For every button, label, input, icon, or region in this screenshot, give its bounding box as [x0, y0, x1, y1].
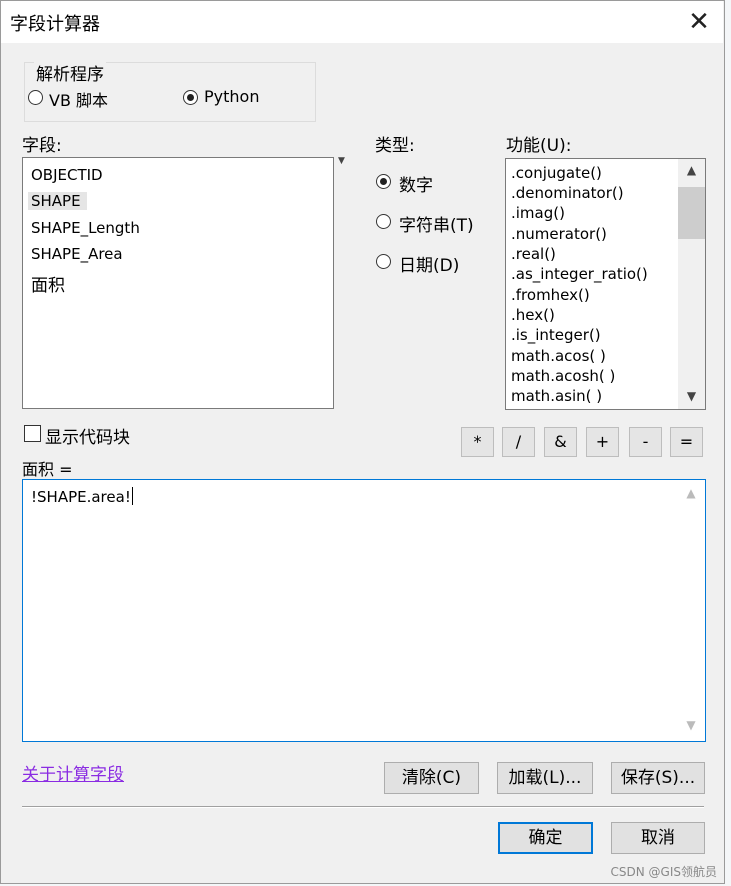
text-caret — [131, 487, 133, 505]
vbscript-radio[interactable] — [28, 90, 43, 105]
function-item[interactable]: .denominator() — [511, 184, 624, 202]
ok-button[interactable]: 确定 — [498, 822, 593, 854]
function-item[interactable]: .as_integer_ratio() — [511, 265, 648, 283]
functions-scrollbar[interactable]: ▲ ▼ — [678, 159, 705, 409]
python-label[interactable]: Python — [204, 87, 259, 106]
scroll-up-icon[interactable]: ▲ — [678, 163, 705, 177]
function-item[interactable]: math.asin( ) — [511, 387, 602, 405]
expression-scroll-down-icon[interactable]: ▼ — [681, 718, 701, 732]
divide-button[interactable]: / — [502, 427, 535, 457]
function-item[interactable]: .hex() — [511, 306, 555, 324]
close-button[interactable]: ✕ — [680, 6, 718, 38]
separator — [22, 806, 704, 808]
expression-scroll-up-icon[interactable]: ▲ — [681, 486, 701, 500]
function-item[interactable]: .fromhex() — [511, 286, 590, 304]
functions-label: 功能(U): — [506, 136, 572, 156]
type-string-label[interactable]: 字符串(T) — [399, 211, 474, 236]
vbscript-label[interactable]: VB 脚本 — [49, 87, 108, 111]
about-calculate-field-link[interactable]: 关于计算字段 — [22, 760, 124, 785]
function-item[interactable]: .imag() — [511, 204, 565, 222]
fields-label: 字段: — [22, 136, 62, 156]
type-date-label[interactable]: 日期(D) — [399, 251, 459, 276]
function-item[interactable]: .numerator() — [511, 225, 607, 243]
field-item[interactable]: SHAPE_Length — [31, 219, 140, 237]
expression-textarea[interactable]: !SHAPE.area! ▲ ▼ — [22, 479, 706, 742]
clear-button[interactable]: 清除(C) — [384, 762, 479, 794]
plus-button[interactable]: + — [586, 427, 619, 457]
python-radio[interactable] — [183, 90, 198, 105]
show-codeblock-label[interactable]: 显示代码块 — [45, 423, 130, 448]
title-bar — [1, 1, 723, 43]
minus-button[interactable]: - — [629, 427, 662, 457]
load-button[interactable]: 加载(L)... — [497, 762, 593, 794]
fields-dropdown-icon[interactable]: ▼ — [338, 156, 345, 166]
function-item[interactable]: math.acosh( ) — [511, 367, 615, 385]
functions-listbox[interactable]: .conjugate() .denominator() .imag() .num… — [505, 158, 706, 410]
type-string-radio[interactable] — [376, 214, 391, 229]
window-title: 字段计算器 — [10, 14, 100, 35]
type-date-radio[interactable] — [376, 254, 391, 269]
field-item[interactable]: OBJECTID — [31, 166, 103, 184]
function-item[interactable]: .conjugate() — [511, 164, 602, 182]
equals-button[interactable]: = — [670, 427, 703, 457]
type-label: 类型: — [375, 136, 415, 156]
save-button[interactable]: 保存(S)... — [611, 762, 705, 794]
fields-listbox[interactable]: OBJECTID SHAPE SHAPE_Length SHAPE_Area 面… — [22, 157, 334, 409]
function-item[interactable]: .is_integer() — [511, 326, 601, 344]
parser-legend: 解析程序 — [34, 60, 106, 85]
scrollbar-thumb[interactable] — [678, 187, 705, 239]
function-item[interactable]: math.acos( ) — [511, 347, 606, 365]
multiply-button[interactable]: * — [461, 427, 494, 457]
watermark: CSDN @GIS领航员 — [610, 865, 717, 879]
show-codeblock-checkbox[interactable] — [24, 425, 41, 442]
type-number-label[interactable]: 数字 — [399, 171, 433, 196]
field-item[interactable]: 面积 — [31, 271, 65, 296]
field-item[interactable]: SHAPE_Area — [31, 245, 123, 263]
expression-label: 面积 = — [22, 460, 73, 479]
field-item-selected[interactable]: SHAPE — [28, 192, 87, 210]
function-item[interactable]: .real() — [511, 245, 556, 263]
cancel-button[interactable]: 取消 — [611, 822, 705, 854]
ampersand-button[interactable]: & — [544, 427, 577, 457]
scroll-down-icon[interactable]: ▼ — [678, 389, 705, 403]
expression-text: !SHAPE.area! — [31, 488, 131, 506]
type-number-radio[interactable] — [376, 174, 391, 189]
